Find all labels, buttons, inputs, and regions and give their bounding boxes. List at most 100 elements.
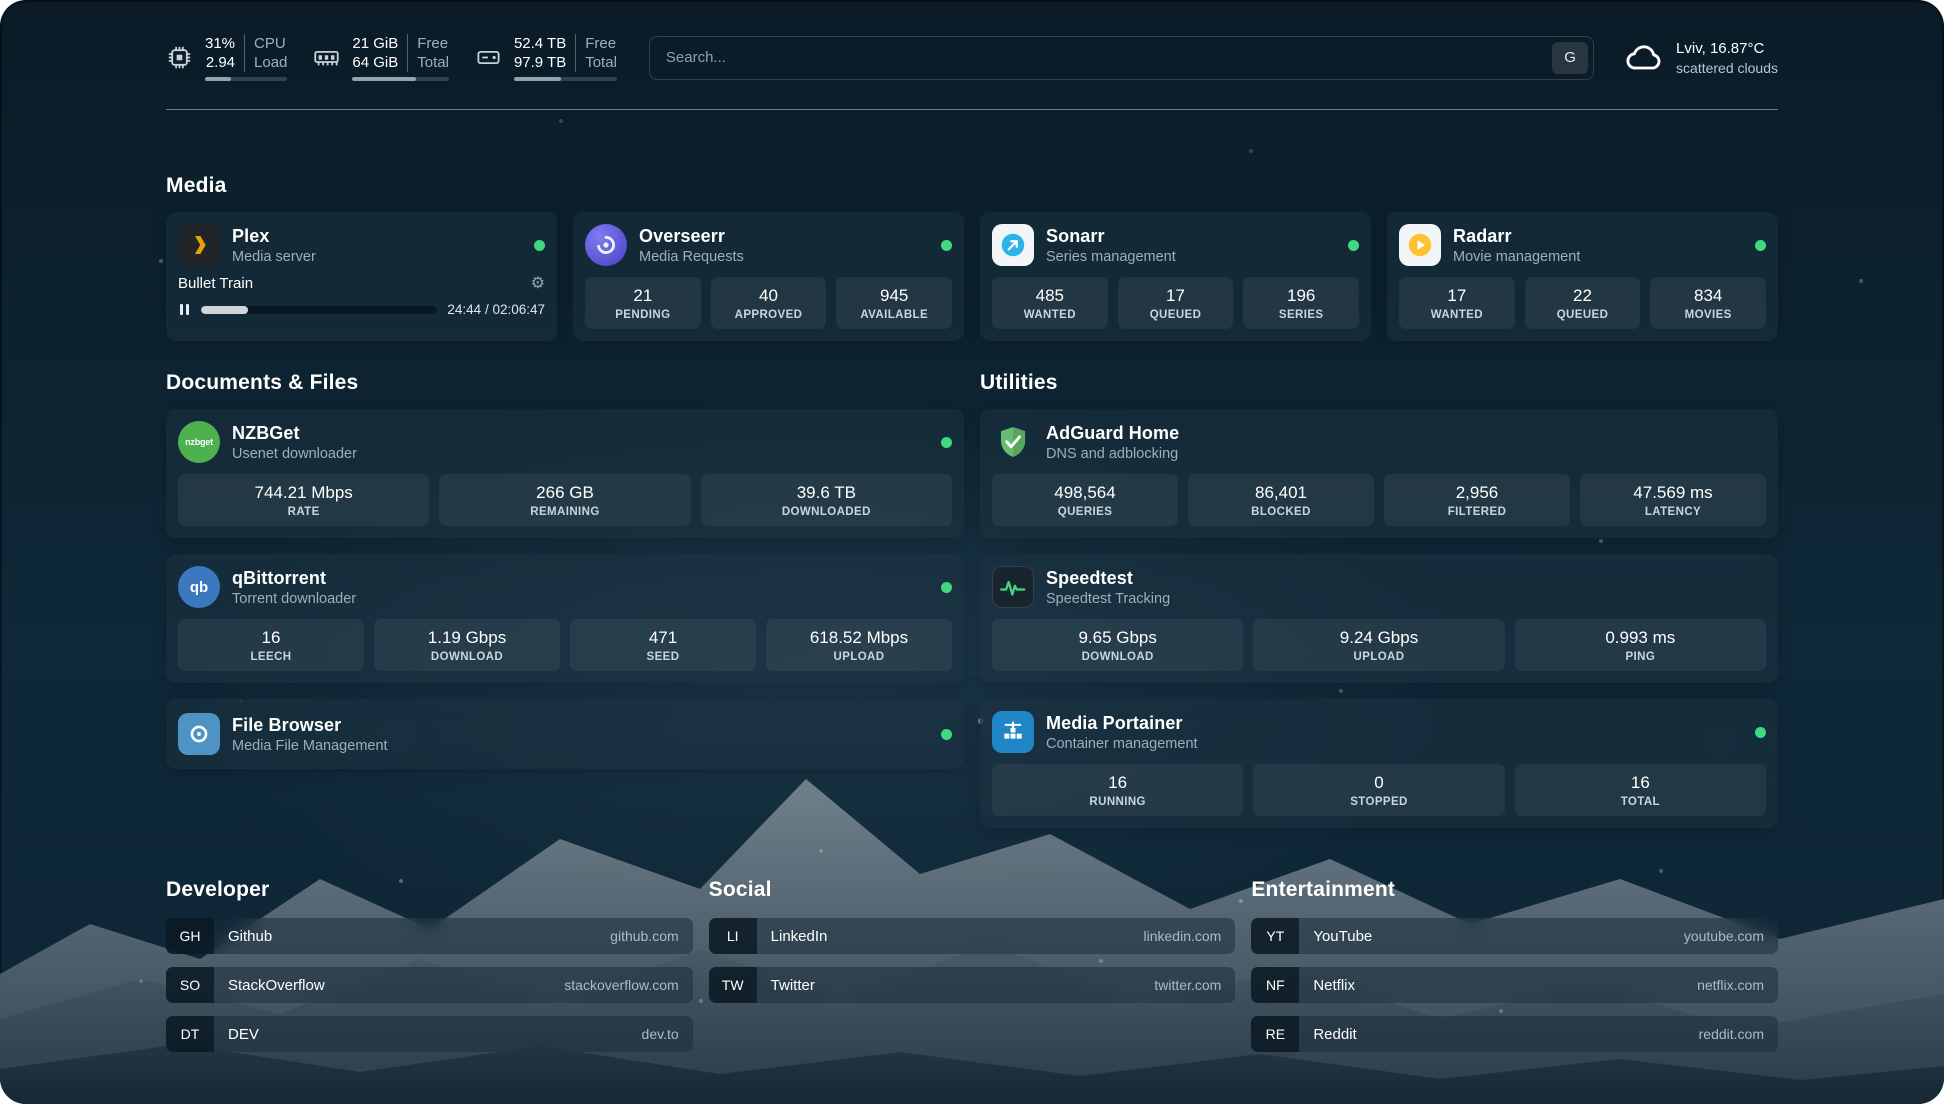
disk-total-value: 97.9 TB xyxy=(514,53,566,72)
qbittorrent-icon: qb xyxy=(178,566,220,608)
status-dot xyxy=(534,240,545,251)
search-input[interactable] xyxy=(649,36,1594,80)
stat-label: APPROVED xyxy=(715,308,823,322)
section-media: Media Plex Media server xyxy=(166,174,1778,341)
radarr-icon xyxy=(1399,224,1441,266)
service-subtitle: DNS and adblocking xyxy=(1046,445,1179,463)
stat-tile: 744.21 Mbps RATE xyxy=(178,474,429,526)
playback-progress-bar xyxy=(201,306,437,314)
service-card-adguard[interactable]: AdGuard Home DNS and adblocking 498,564 … xyxy=(980,409,1778,538)
stat-value: 196 xyxy=(1247,285,1355,306)
stat-label: REMAINING xyxy=(443,505,686,519)
stat-label: QUEUED xyxy=(1122,308,1230,322)
service-name[interactable]: Plex xyxy=(232,225,316,247)
service-card-speedtest[interactable]: Speedtest Speedtest Tracking 9.65 Gbps D… xyxy=(980,554,1778,683)
bookmark-url: reddit.com xyxy=(1699,1026,1764,1042)
bookmark-abbr: GH xyxy=(166,918,214,954)
service-name[interactable]: Media Portainer xyxy=(1046,712,1198,734)
bookmark-url: linkedin.com xyxy=(1144,928,1222,944)
pause-icon[interactable] xyxy=(178,302,191,317)
bookmark-dev[interactable]: DT DEV dev.to xyxy=(166,1016,693,1052)
bookmark-abbr: YT xyxy=(1251,918,1299,954)
media-player: 24:44 / 02:06:47 xyxy=(178,302,545,317)
service-card-qbittorrent[interactable]: qb qBittorrent Torrent downloader 16 LEE… xyxy=(166,554,964,683)
bookmark-stackoverflow[interactable]: SO StackOverflow stackoverflow.com xyxy=(166,967,693,1003)
bookmark-url: youtube.com xyxy=(1684,928,1764,944)
stat-value: 17 xyxy=(1403,285,1511,306)
stat-tile: 266 GB REMAINING xyxy=(439,474,690,526)
service-card-radarr[interactable]: Radarr Movie management 17 WANTED 22 QUE… xyxy=(1387,212,1778,341)
cpu-icon xyxy=(166,44,193,71)
stat-value: 0 xyxy=(1257,772,1500,793)
service-name[interactable]: AdGuard Home xyxy=(1046,422,1179,444)
stat-tile: 471 SEED xyxy=(570,619,756,671)
disk-free-value: 52.4 TB xyxy=(514,34,566,53)
stat-tile: 17 QUEUED xyxy=(1118,277,1234,329)
playback-time: 24:44 / 02:06:47 xyxy=(447,302,545,317)
service-card-portainer[interactable]: Media Portainer Container management 16 … xyxy=(980,699,1778,828)
service-name[interactable]: Overseerr xyxy=(639,225,744,247)
stat-label: AVAILABLE xyxy=(840,308,948,322)
bookmark-url: stackoverflow.com xyxy=(564,977,678,993)
service-card-nzbget[interactable]: nzbget NZBGet Usenet downloader 744.21 M… xyxy=(166,409,964,538)
overseerr-icon xyxy=(585,224,627,266)
section-documents: Documents & Files nzbget NZBGet Usenet d… xyxy=(166,371,964,828)
section-title-utilities: Utilities xyxy=(980,371,1778,395)
service-card-plex[interactable]: Plex Media server Bullet Train ⚙ xyxy=(166,212,557,341)
bookmark-name: LinkedIn xyxy=(771,928,828,945)
search-provider-button[interactable]: G xyxy=(1552,42,1588,74)
stat-label: WANTED xyxy=(1403,308,1511,322)
service-card-filebrowser[interactable]: File Browser Media File Management xyxy=(166,699,964,769)
cpu-usage-value: 31% xyxy=(205,34,235,53)
stat-tile: 618.52 Mbps UPLOAD xyxy=(766,619,952,671)
stat-label: PENDING xyxy=(589,308,697,322)
stat-tile: 40 APPROVED xyxy=(711,277,827,329)
stat-label: SERIES xyxy=(1247,308,1355,322)
service-name[interactable]: Radarr xyxy=(1453,225,1580,247)
bookmark-linkedin[interactable]: LI LinkedIn linkedin.com xyxy=(709,918,1236,954)
service-name[interactable]: NZBGet xyxy=(232,422,357,444)
bookmark-group-social: Social LI LinkedIn linkedin.com TW Twitt… xyxy=(709,878,1236,1065)
gear-icon[interactable]: ⚙ xyxy=(531,276,545,292)
bookmark-twitter[interactable]: TW Twitter twitter.com xyxy=(709,967,1236,1003)
weather-cloud-icon xyxy=(1624,38,1664,78)
memory-usage-bar xyxy=(352,77,449,81)
disk-usage-bar xyxy=(514,77,617,81)
stat-value: 266 GB xyxy=(443,482,686,503)
service-card-overseerr[interactable]: Overseerr Media Requests 21 PENDING 40 A… xyxy=(573,212,964,341)
bookmark-abbr: LI xyxy=(709,918,757,954)
section-title-media: Media xyxy=(166,174,1778,198)
stat-value: 40 xyxy=(715,285,823,306)
bookmark-group-entertainment: Entertainment YT YouTube youtube.com NF … xyxy=(1251,878,1778,1065)
weather-widget: Lviv, 16.87°C scattered clouds xyxy=(1624,38,1778,78)
cpu-load-label: Load xyxy=(254,53,287,72)
search-bar: G xyxy=(649,36,1594,80)
stat-value: 618.52 Mbps xyxy=(770,627,948,648)
service-name[interactable]: Sonarr xyxy=(1046,225,1176,247)
stat-label: TOTAL xyxy=(1519,795,1762,809)
stat-tile: 16 LEECH xyxy=(178,619,364,671)
service-name[interactable]: Speedtest xyxy=(1046,567,1170,589)
status-dot xyxy=(1755,240,1766,251)
stat-tile: 196 SERIES xyxy=(1243,277,1359,329)
stat-tile: 1.19 Gbps DOWNLOAD xyxy=(374,619,560,671)
bookmark-name: StackOverflow xyxy=(228,977,325,994)
top-bar: 31% 2.94 CPU Load xyxy=(166,34,1778,81)
nzbget-icon: nzbget xyxy=(178,421,220,463)
service-subtitle: Movie management xyxy=(1453,248,1580,266)
stat-value: 21 xyxy=(589,285,697,306)
service-subtitle: Series management xyxy=(1046,248,1176,266)
bookmark-netflix[interactable]: NF Netflix netflix.com xyxy=(1251,967,1778,1003)
service-name[interactable]: File Browser xyxy=(232,714,388,736)
speedtest-icon xyxy=(992,566,1034,608)
section-title-documents: Documents & Files xyxy=(166,371,964,395)
bookmark-youtube[interactable]: YT YouTube youtube.com xyxy=(1251,918,1778,954)
service-name[interactable]: qBittorrent xyxy=(232,567,356,589)
bookmark-reddit[interactable]: RE Reddit reddit.com xyxy=(1251,1016,1778,1052)
stat-value: 1.19 Gbps xyxy=(378,627,556,648)
stat-label: STOPPED xyxy=(1257,795,1500,809)
status-dot xyxy=(941,582,952,593)
service-card-sonarr[interactable]: Sonarr Series management 485 WANTED 17 Q… xyxy=(980,212,1371,341)
bookmark-github[interactable]: GH Github github.com xyxy=(166,918,693,954)
stat-label: WANTED xyxy=(996,308,1104,322)
